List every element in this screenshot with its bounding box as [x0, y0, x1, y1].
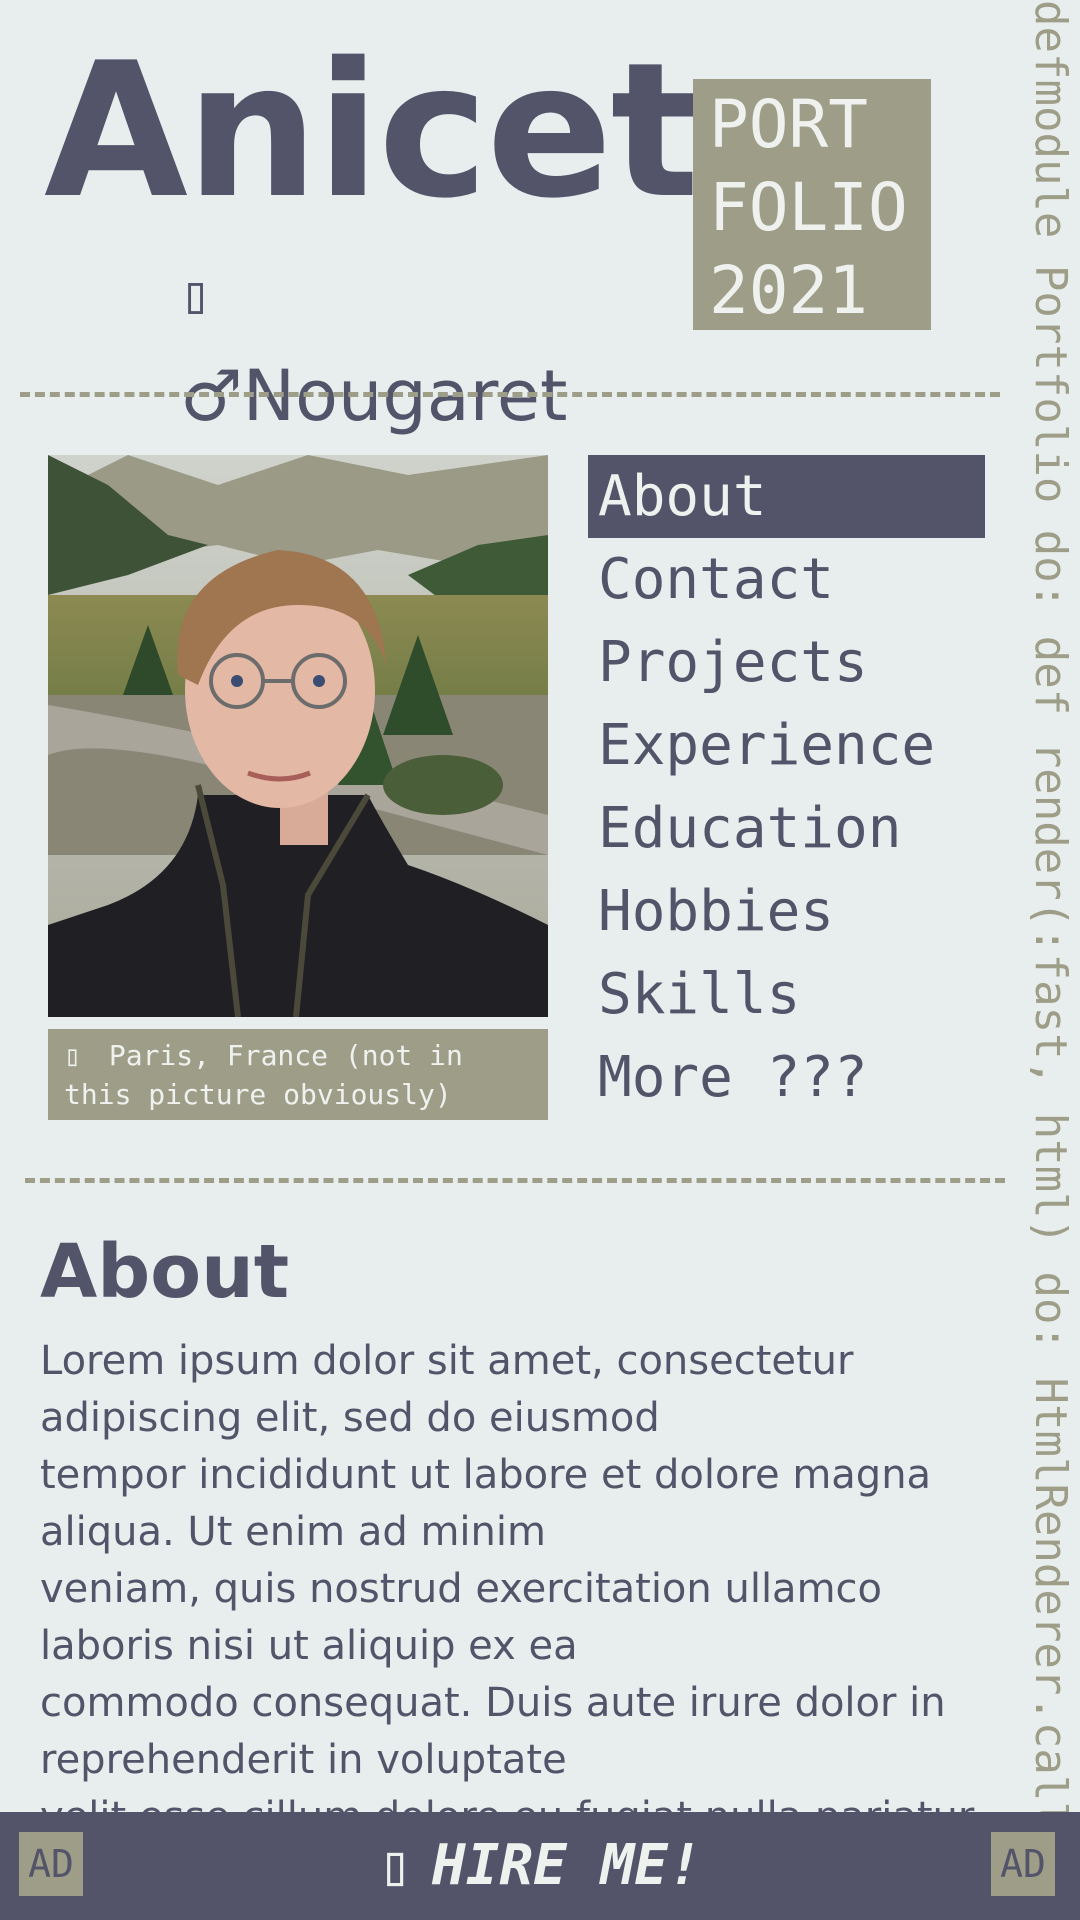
nav-item-hobbies[interactable]: Hobbies: [588, 870, 985, 953]
section-nav: About Contact Projects Experience Educat…: [588, 455, 985, 1119]
last-name-row: ▯♂Nougaret: [180, 245, 640, 446]
about-heading: About: [40, 1229, 290, 1315]
nav-item-experience[interactable]: Experience: [588, 704, 985, 787]
location-pin-icon: ▯: [64, 1039, 81, 1072]
ad-badge-right[interactable]: AD: [991, 1832, 1055, 1896]
first-name-title: Anicet: [44, 22, 699, 239]
nav-item-skills[interactable]: Skills: [588, 953, 985, 1036]
about-text: Lorem ipsum dolor sit amet, consectetur …: [40, 1338, 983, 1840]
dashed-divider: [20, 392, 1000, 397]
hire-icon: ▯: [378, 1833, 412, 1898]
portfolio-year-badge: PORT FOLIO 2021: [693, 79, 931, 330]
hire-me-button[interactable]: ▯ HIRE ME!: [0, 1812, 1080, 1920]
portfolio-line: 2021: [709, 252, 868, 329]
nav-item-contact[interactable]: Contact: [588, 538, 985, 621]
photo-caption: ▯ Paris, France (not in this picture obv…: [48, 1029, 548, 1120]
portfolio-line: PORT: [709, 86, 868, 163]
missing-glyph-icon: ▯: [180, 265, 212, 325]
dashed-divider: [25, 1178, 1005, 1183]
nav-item-more[interactable]: More ???: [588, 1036, 985, 1119]
portfolio-line: FOLIO: [709, 169, 908, 246]
vertical-code-decoration: defmodule Portfolio do: def render(:fast…: [1025, 0, 1076, 1881]
nav-item-education[interactable]: Education: [588, 787, 985, 870]
nav-item-projects[interactable]: Projects: [588, 621, 985, 704]
profile-photo: [48, 455, 548, 1017]
photo-caption-text: Paris, France (not in this picture obvio…: [64, 1039, 463, 1111]
ad-badge-left[interactable]: AD: [19, 1832, 83, 1896]
hire-me-label: HIRE ME!: [432, 1833, 702, 1898]
nav-item-about[interactable]: About: [588, 455, 985, 538]
bottom-bar: ▯ HIRE ME! AD AD: [0, 1812, 1080, 1920]
